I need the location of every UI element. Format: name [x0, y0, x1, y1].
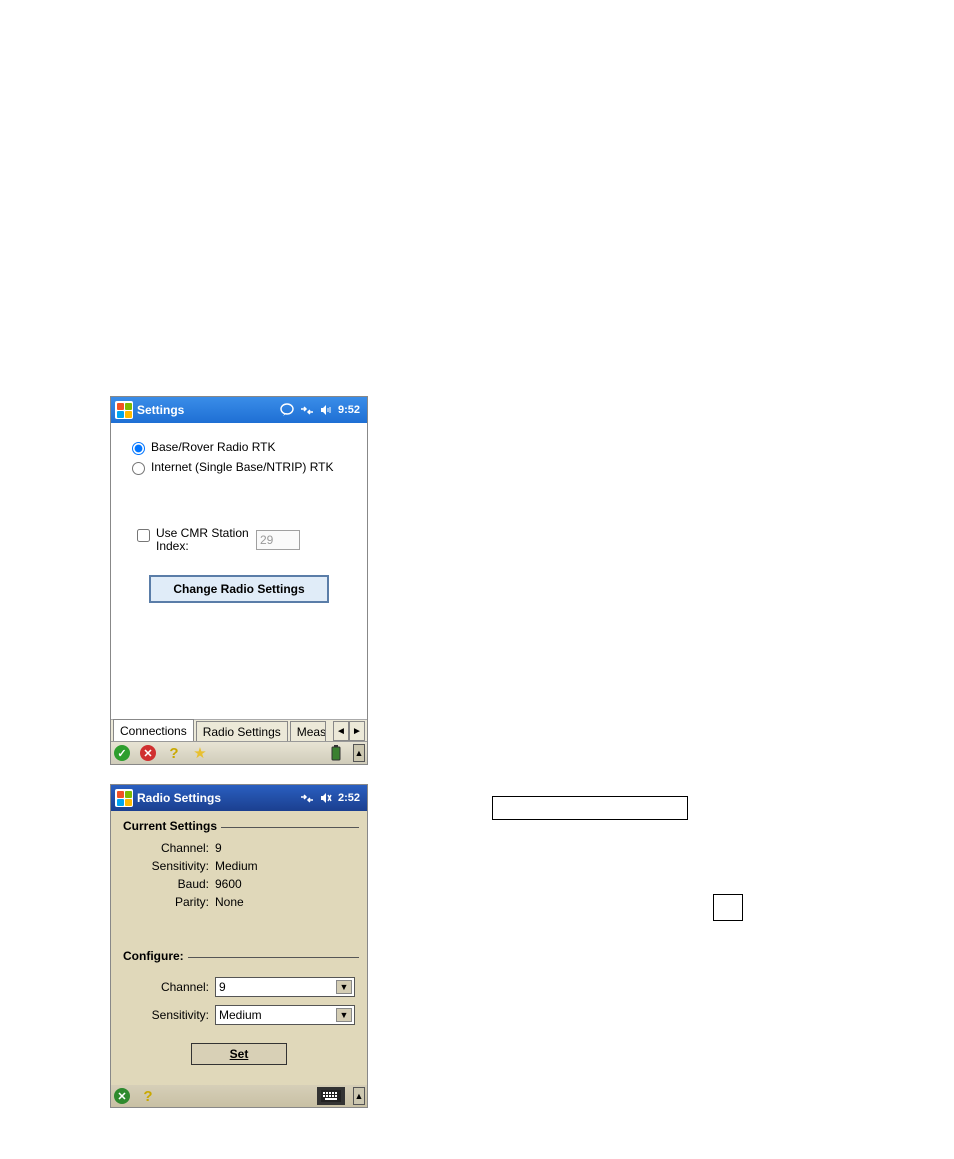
- cmr-index-input[interactable]: [256, 530, 300, 550]
- radio-internet-input[interactable]: [132, 462, 145, 475]
- window-title: Radio Settings: [137, 791, 221, 805]
- window-title: Settings: [137, 403, 184, 417]
- tab-measure[interactable]: Meas: [290, 721, 326, 741]
- cmr-checkbox[interactable]: [137, 529, 150, 542]
- start-icon[interactable]: [115, 401, 133, 419]
- callout-box: [713, 894, 743, 921]
- baud-label: Baud:: [123, 877, 215, 891]
- connection-icon[interactable]: [300, 792, 314, 804]
- callout-box: [492, 796, 688, 820]
- cancel-icon[interactable]: ✕: [113, 1087, 131, 1105]
- content-area: Current Settings Channel: 9 Sensitivity:…: [111, 811, 367, 1085]
- radio-base-rover-input[interactable]: [132, 442, 145, 455]
- clock-time[interactable]: 2:52: [338, 792, 360, 804]
- radio-label: Internet (Single Base/NTRIP) RTK: [151, 460, 334, 474]
- start-icon[interactable]: [115, 789, 133, 807]
- bottom-toolbar: ✕ ? ▲: [111, 1085, 367, 1107]
- chat-icon[interactable]: [280, 403, 294, 417]
- speaker-icon[interactable]: [320, 404, 332, 416]
- settings-window: Settings 9:52 Base/Rover Radio RTK Inter…: [110, 396, 368, 765]
- configure-legend: Configure:: [119, 949, 188, 963]
- tab-scroll-left[interactable]: ◄: [333, 721, 349, 741]
- radio-internet[interactable]: Internet (Single Base/NTRIP) RTK: [123, 457, 355, 477]
- ok-icon[interactable]: ✓: [113, 744, 131, 762]
- titlebar: Radio Settings 2:52: [111, 785, 367, 811]
- tab-connections[interactable]: Connections: [113, 719, 194, 741]
- sip-up[interactable]: ▲: [353, 1087, 365, 1105]
- speaker-mute-icon[interactable]: [320, 792, 332, 804]
- cmr-label: Use CMR Station Index:: [156, 527, 256, 553]
- tab-radio-settings[interactable]: Radio Settings: [196, 721, 288, 741]
- change-radio-settings-button[interactable]: Change Radio Settings: [149, 575, 329, 603]
- channel-value: 9: [215, 841, 222, 855]
- channel-select[interactable]: 9 ▼: [215, 977, 355, 997]
- sip-up[interactable]: ▲: [353, 744, 365, 762]
- parity-value: None: [215, 895, 244, 909]
- star-icon[interactable]: ★: [191, 744, 209, 762]
- tab-scroll-right[interactable]: ►: [349, 721, 365, 741]
- titlebar: Settings 9:52: [111, 397, 367, 423]
- bottom-toolbar: ✓ ✕ ? ★ ▲: [111, 742, 367, 764]
- tab-bar: Connections Radio Settings Meas ◄ ►: [111, 720, 367, 742]
- configure-group: Configure: Channel: 9 ▼ Sensitivity: Med…: [119, 949, 359, 1065]
- battery-icon[interactable]: [327, 744, 345, 762]
- sensitivity-select-value: Medium: [219, 1008, 262, 1022]
- keyboard-icon[interactable]: [317, 1087, 345, 1105]
- sensitivity-label: Sensitivity:: [123, 859, 215, 873]
- radio-base-rover[interactable]: Base/Rover Radio RTK: [123, 437, 355, 457]
- parity-label: Parity:: [123, 895, 215, 909]
- radio-settings-window: Radio Settings 2:52 Current Settings Cha…: [110, 784, 368, 1108]
- dropdown-icon: ▼: [336, 980, 352, 994]
- baud-value: 9600: [215, 877, 242, 891]
- channel-label: Channel:: [123, 841, 215, 855]
- current-legend: Current Settings: [119, 819, 221, 833]
- dropdown-icon: ▼: [336, 1008, 352, 1022]
- radio-label: Base/Rover Radio RTK: [151, 440, 276, 454]
- channel-select-value: 9: [219, 980, 226, 994]
- rtk-mode-group: Base/Rover Radio RTK Internet (Single Ba…: [111, 423, 367, 477]
- connection-icon[interactable]: [300, 404, 314, 416]
- cancel-icon[interactable]: ✕: [139, 744, 157, 762]
- help-icon[interactable]: ?: [139, 1087, 157, 1105]
- content-area: Base/Rover Radio RTK Internet (Single Ba…: [111, 423, 367, 720]
- cmr-station-row: Use CMR Station Index:: [133, 527, 345, 553]
- clock-time[interactable]: 9:52: [338, 404, 360, 416]
- cfg-sensitivity-label: Sensitivity:: [123, 1008, 215, 1022]
- cfg-channel-label: Channel:: [123, 980, 215, 994]
- sensitivity-value: Medium: [215, 859, 258, 873]
- current-settings-group: Current Settings Channel: 9 Sensitivity:…: [119, 819, 359, 939]
- help-icon[interactable]: ?: [165, 744, 183, 762]
- sensitivity-select[interactable]: Medium ▼: [215, 1005, 355, 1025]
- set-button[interactable]: Set: [191, 1043, 287, 1065]
